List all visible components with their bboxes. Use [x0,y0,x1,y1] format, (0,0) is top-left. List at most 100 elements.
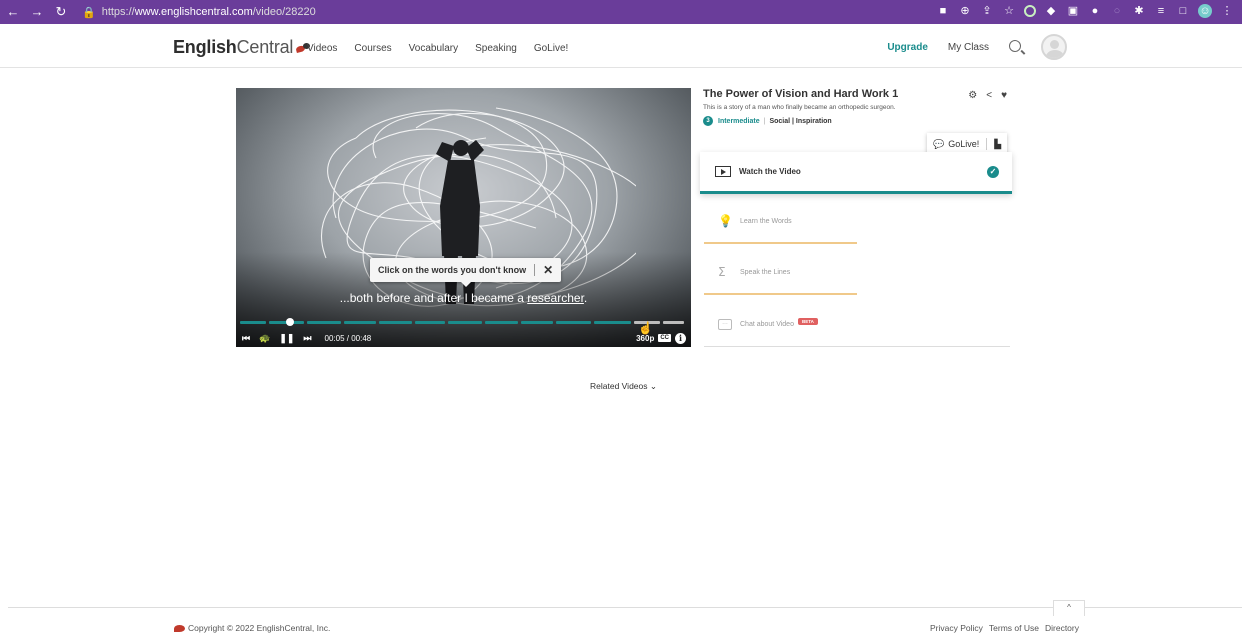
share-icon[interactable]: ⇪ [980,4,994,18]
settings-gear-icon[interactable]: ⚙ [968,90,977,101]
scroll-to-top-button[interactable]: ^ [1053,600,1085,616]
url-host: www.englishcentral.com [134,6,253,18]
extension-square-icon[interactable]: ▣ [1066,4,1080,18]
nav-videos[interactable]: Videos [307,43,337,54]
close-icon[interactable]: ✕ [543,263,553,277]
subtitle-line: ...both before and after I became a rese… [236,291,691,305]
progress-segment[interactable] [663,321,684,324]
footer-links: Privacy Policy Terms of Use Directory [930,623,1079,633]
progress-segment[interactable] [521,321,553,324]
logo-text-bold: English [173,37,237,57]
profile-icon[interactable]: ☺ [1198,4,1212,18]
pause-icon[interactable]: ❚❚ [279,333,294,344]
info-icon[interactable]: i [675,332,686,344]
step-speak-label: Speak the Lines [740,268,791,276]
dictionary-icon[interactable]: ▙ [994,139,1001,150]
video-player[interactable]: Click on the words you don't know ✕ ...b… [236,88,691,347]
meta-divider: | [763,117,766,125]
step-speak-lines[interactable]: ⵉ Speak the Lines [704,251,857,295]
nav-speaking[interactable]: Speaking [475,43,517,54]
step-watch-label: Watch the Video [739,167,801,176]
cc-button[interactable]: CC [658,334,671,342]
reload-icon[interactable]: ↻ [54,4,68,20]
upgrade-link[interactable]: Upgrade [887,42,928,53]
subtitle-text[interactable]: ...both before and after I became a [340,291,527,305]
nav-vocabulary[interactable]: Vocabulary [409,43,458,54]
extension-badge-icon[interactable]: ◆ [1044,4,1058,18]
url-prefix: https:// [101,6,135,18]
related-videos-toggle[interactable]: Related Videos ⌄ [590,381,657,392]
level-badge: 3 [703,116,713,126]
extensions-bar: ■ ⊕ ⇪ ☆ ◆ ▣ ● ○ ✱ ≡ □ ☺ ⋮ [936,4,1234,18]
camera-icon[interactable]: ■ [936,4,950,18]
forward-icon[interactable]: → [30,4,44,20]
nav-golive[interactable]: GoLive! [534,43,568,54]
extension-globe-icon[interactable]: ● [1088,4,1102,18]
hand-cursor-icon: ☝ [638,321,653,335]
related-videos-label: Related Videos [590,381,648,391]
logo-bird-icon [174,624,185,632]
extension-circle-icon[interactable] [1024,5,1036,17]
subtitle-word-researcher[interactable]: researcher [527,291,584,305]
progress-segment[interactable] [555,321,592,324]
progress-segment[interactable] [307,321,341,324]
progress-segment[interactable] [594,321,632,324]
tooltip-text: Click on the words you don't know [378,265,527,275]
step-watch-video[interactable]: Watch the Video ✓ [700,152,1012,194]
video-title: The Power of Vision and Hard Work 1 [703,88,899,100]
nav-courses[interactable]: Courses [354,43,391,54]
extension-faded-icon[interactable]: ○ [1110,4,1124,18]
share-icon[interactable]: < [986,90,992,101]
step-chat-label: Chat about Video [740,321,794,328]
site-header: English Central Videos Courses Vocabulary… [0,28,1242,68]
progress-segment[interactable] [378,321,413,324]
player-controls: ⏮ 🐢 ❚❚ ⏭ 00:05 / 00:48 360p CC i [242,332,686,344]
my-class-link[interactable]: My Class [948,42,989,53]
lock-icon: 🔒 [82,6,96,19]
directory-link[interactable]: Directory [1045,623,1079,633]
privacy-policy-link[interactable]: Privacy Policy [930,623,983,633]
golive-label: GoLive! [948,139,980,149]
terms-of-use-link[interactable]: Terms of Use [989,623,1039,633]
englishcentral-logo[interactable]: English Central [173,37,312,58]
speaking-icon: ⵉ [718,265,726,279]
copyright: Copyright © 2022 EnglishCentral, Inc. [174,623,330,633]
video-tags[interactable]: Social | Inspiration [769,118,831,125]
avatar[interactable] [1041,34,1067,60]
chevron-up-icon: ^ [1067,603,1071,612]
menu-icon[interactable]: ⋮ [1220,4,1234,18]
progress-bar[interactable] [240,321,684,324]
address-bar[interactable]: 🔒 https://www.englishcentral.com/video/2… [82,6,316,19]
reading-list-icon[interactable]: ≡ [1154,4,1168,18]
progress-segment[interactable] [448,321,482,324]
step-chat-about-video[interactable]: … Chat about Video BETA [704,303,1010,347]
step-learn-words[interactable]: 💡 Learn the Words [704,200,857,244]
favorite-heart-icon[interactable]: ♥ [1001,90,1007,101]
previous-line-icon[interactable]: ⏮ [242,333,250,344]
progress-segment[interactable] [240,321,267,324]
video-description: This is a story of a man who finally bec… [703,104,896,111]
progress-segment[interactable] [415,321,446,324]
extensions-puzzle-icon[interactable]: ✱ [1132,4,1146,18]
subtitle-period: . [583,291,588,305]
video-meta: 3 Intermediate | Social | Inspiration [703,116,1013,126]
side-panel-icon[interactable]: □ [1176,4,1190,18]
lightbulb-icon: 💡 [718,214,733,228]
progress-segment[interactable] [344,321,376,324]
golive-divider [986,138,988,150]
progress-segment[interactable] [484,321,519,324]
back-icon[interactable]: ← [6,4,20,20]
install-icon[interactable]: ⊕ [958,4,972,18]
bookmark-star-icon[interactable]: ☆ [1002,4,1016,18]
play-icon [715,166,731,177]
step-learn-label: Learn the Words [740,217,792,225]
logo-text-light: Central [236,37,294,57]
check-icon: ✓ [987,166,999,178]
slow-speed-icon[interactable]: 🐢 [259,333,270,344]
level-link[interactable]: Intermediate [718,118,760,125]
chat-bubbles-icon: 💬 [933,138,945,149]
copyright-text: Copyright © 2022 EnglishCentral, Inc. [188,623,331,633]
next-line-icon[interactable]: ⏭ [303,333,311,344]
main-nav: Videos Courses Vocabulary Speaking GoLiv… [307,43,568,54]
search-icon[interactable] [1009,40,1021,52]
